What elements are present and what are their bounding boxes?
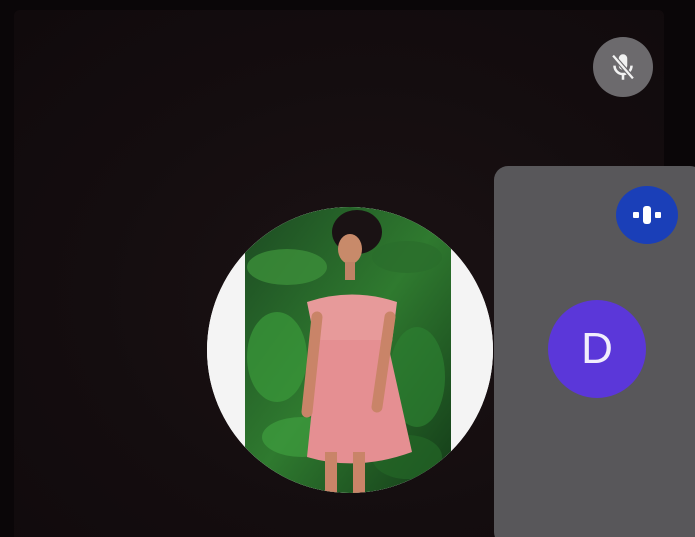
pin-icon [633, 206, 661, 224]
self-view-tile[interactable]: D [494, 166, 695, 537]
pin-button[interactable] [616, 186, 678, 244]
participant-avatar-photo [207, 207, 493, 493]
mic-off-icon [611, 54, 635, 80]
video-call-stage: D [0, 0, 695, 537]
avatar-initial: D [548, 300, 646, 398]
muted-indicator [593, 37, 653, 97]
